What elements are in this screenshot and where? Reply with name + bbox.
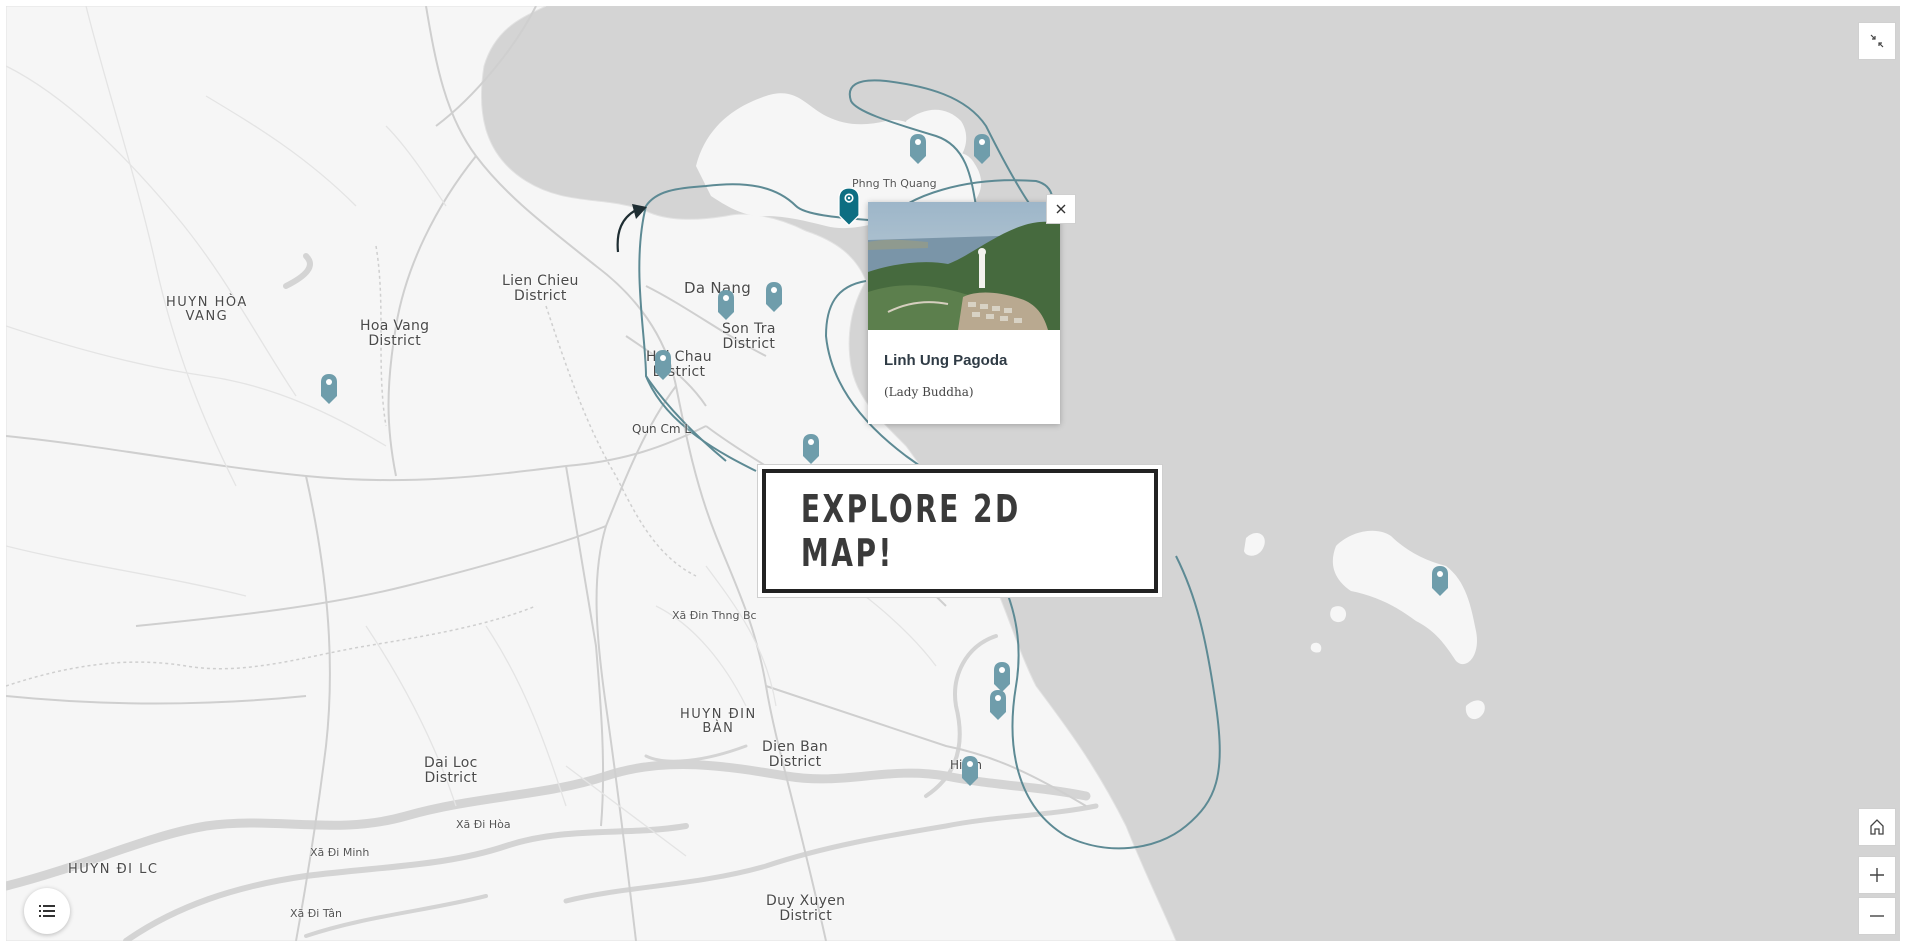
label-son-tra-district: Son Tra District bbox=[722, 321, 776, 353]
map-pin-icon[interactable] bbox=[988, 690, 1008, 722]
popup-close-button[interactable] bbox=[1046, 194, 1076, 224]
label-lien-chieu-district: Lien Chieu District bbox=[502, 273, 579, 305]
label-xa-di-minh: Xã Đi Minh bbox=[310, 846, 370, 859]
collapse-icon bbox=[1870, 34, 1884, 48]
map-pin-icon[interactable] bbox=[653, 350, 673, 382]
map-pin-icon[interactable] bbox=[908, 134, 928, 166]
label-phng-th-quang: Phng Th Quang bbox=[852, 177, 937, 190]
label-duy-xuyen-district: Duy Xuyen District bbox=[766, 893, 846, 925]
label-qun-cm-l: Qun Cm L bbox=[632, 422, 692, 436]
list-icon bbox=[39, 905, 55, 917]
popup-subtitle: (Lady Buddha) bbox=[884, 385, 974, 399]
banner-frame: EXPLORE 2D MAP! bbox=[762, 469, 1158, 593]
map-pin-icon[interactable] bbox=[764, 282, 784, 314]
land-island-small3 bbox=[1465, 700, 1485, 720]
label-huyn-hoa-vang: HUYN HÒA VANG bbox=[166, 295, 248, 325]
label-hoa-vang-district: Hoa Vang District bbox=[360, 318, 430, 350]
label-xa-di-tan: Xã Đi Tân bbox=[290, 907, 342, 920]
zoom-in-button[interactable] bbox=[1858, 856, 1896, 894]
feature-popup: Linh Ung Pagoda (Lady Buddha) bbox=[868, 202, 1060, 424]
collapse-button[interactable] bbox=[1858, 22, 1896, 60]
home-button[interactable] bbox=[1858, 808, 1896, 846]
map-pin-icon[interactable] bbox=[972, 134, 992, 166]
label-xa-din-thng-bc: Xã Đin Thng Bc bbox=[672, 609, 757, 622]
minus-icon bbox=[1870, 915, 1884, 917]
map-pin-selected-icon[interactable] bbox=[836, 188, 862, 228]
home-icon bbox=[1870, 819, 1884, 835]
label-xa-di-hoa: Xã Đi Hòa bbox=[456, 818, 511, 831]
zoom-out-button[interactable] bbox=[1858, 897, 1896, 935]
label-dai-loc-district: Dai Loc District bbox=[424, 755, 478, 787]
popup-photo bbox=[868, 202, 1060, 330]
map-pin-icon[interactable] bbox=[960, 756, 980, 788]
land-island-cham bbox=[1332, 530, 1477, 665]
plus-icon bbox=[1870, 868, 1884, 882]
map-pin-icon[interactable] bbox=[319, 374, 339, 406]
land-island-small4 bbox=[1310, 642, 1322, 653]
land-island-small1 bbox=[1244, 532, 1265, 556]
map-pin-icon[interactable] bbox=[1430, 566, 1450, 598]
map-pin-icon[interactable] bbox=[801, 434, 821, 466]
label-dien-ban-district: Dien Ban District bbox=[762, 739, 829, 771]
label-huyn-din-ban: HUYN ĐIN BÀN bbox=[680, 707, 757, 737]
banner-text: EXPLORE 2D MAP! bbox=[800, 487, 1021, 575]
popup-title: Linh Ung Pagoda bbox=[884, 352, 1008, 369]
land-island-small2 bbox=[1330, 606, 1347, 623]
label-huyn-di-lc: HUYN ĐI LC bbox=[68, 862, 159, 877]
close-icon bbox=[1056, 204, 1066, 214]
legend-button[interactable] bbox=[24, 888, 70, 934]
explore-2d-map-banner[interactable]: EXPLORE 2D MAP! bbox=[757, 464, 1163, 598]
map-pin-icon[interactable] bbox=[716, 290, 736, 322]
